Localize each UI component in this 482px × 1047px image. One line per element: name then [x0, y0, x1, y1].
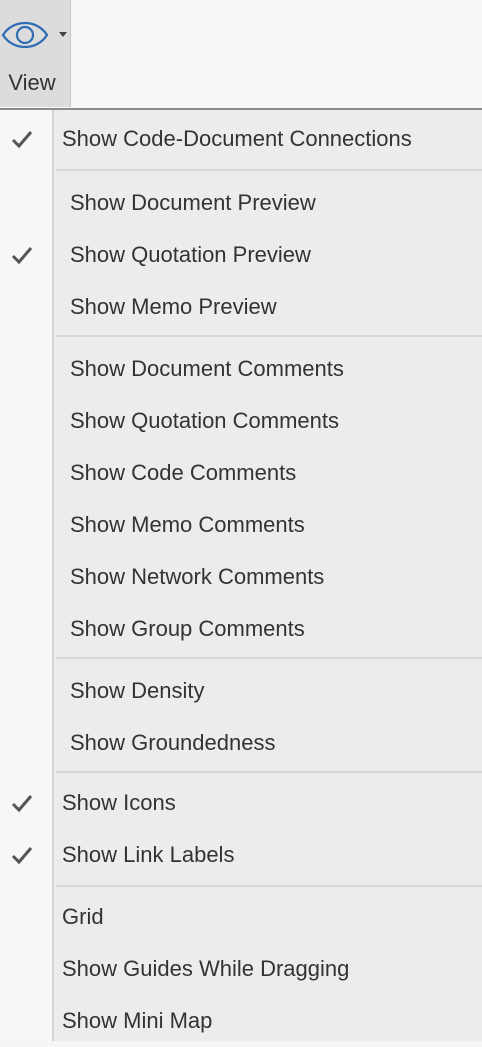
menu-item-show-document-preview[interactable]: Show Document Preview [0, 177, 482, 229]
menu-item-show-code-comments[interactable]: Show Code Comments [0, 447, 482, 499]
menu-item-label: Show Document Comments [70, 356, 344, 381]
view-menu-button[interactable]: View [0, 0, 71, 107]
menu-item-label: Show Guides While Dragging [62, 956, 350, 981]
menu-item-show-memo-preview[interactable]: Show Memo Preview [0, 281, 482, 333]
menu-item-label: Show Groundedness [70, 730, 276, 755]
menu-item-label: Grid [62, 904, 104, 929]
menu-separator [56, 771, 482, 773]
menu-item-label: Show Quotation Comments [70, 408, 340, 433]
menu-item-label: Show Memo Preview [70, 294, 277, 319]
menu-separator [56, 657, 482, 659]
checkmark-icon [11, 247, 33, 265]
menu-item-show-link-labels[interactable]: Show Link Labels [0, 829, 482, 881]
menu-item-show-mini-map[interactable]: Show Mini Map [0, 995, 482, 1047]
ribbon-bar: View [0, 0, 482, 108]
menu-item-show-guides-while-dragging[interactable]: Show Guides While Dragging [0, 943, 482, 995]
menu-item-grid[interactable]: Grid [0, 891, 482, 943]
menu-item-show-quotation-preview[interactable]: Show Quotation Preview [0, 229, 482, 281]
menu-item-label: Show Icons [62, 790, 176, 815]
checkmark-icon [11, 847, 33, 865]
menu-item-label: Show Quotation Preview [70, 242, 311, 267]
menu-separator [56, 885, 482, 887]
checkmark-icon [11, 795, 33, 813]
menu-item-show-icons[interactable]: Show Icons [0, 777, 482, 829]
menu-item-label: Show Network Comments [70, 564, 325, 589]
eye-icon [1, 21, 49, 49]
menu-item-label: Show Memo Comments [70, 512, 305, 537]
menu-item-show-groundedness[interactable]: Show Groundedness [0, 717, 482, 769]
menu-separator [56, 169, 482, 171]
menu-item-show-document-comments[interactable]: Show Document Comments [0, 343, 482, 395]
menu-item-show-quotation-comments[interactable]: Show Quotation Comments [0, 395, 482, 447]
menu-item-show-group-comments[interactable]: Show Group Comments [0, 603, 482, 655]
menu-item-label: Show Document Preview [70, 190, 316, 215]
menu-item-label: Show Mini Map [62, 1008, 213, 1033]
view-dropdown-menu: Show Code-Document Connections Show Docu… [0, 108, 482, 1041]
menu-item-show-code-document-connections[interactable]: Show Code-Document Connections [0, 113, 482, 165]
menu-item-show-network-comments[interactable]: Show Network Comments [0, 551, 482, 603]
menu-item-label: Show Code-Document Connections [62, 126, 412, 151]
menu-item-label: Show Density [70, 678, 205, 703]
menu-separator [56, 335, 482, 337]
view-button-label: View [8, 70, 56, 95]
menu-item-label: Show Code Comments [70, 460, 297, 485]
menu-item-show-memo-comments[interactable]: Show Memo Comments [0, 499, 482, 551]
checkmark-icon [11, 131, 33, 149]
menu-item-label: Show Link Labels [62, 842, 235, 867]
menu-item-label: Show Group Comments [70, 616, 305, 641]
menu-item-show-density[interactable]: Show Density [0, 665, 482, 717]
caret-down-icon [59, 32, 67, 37]
